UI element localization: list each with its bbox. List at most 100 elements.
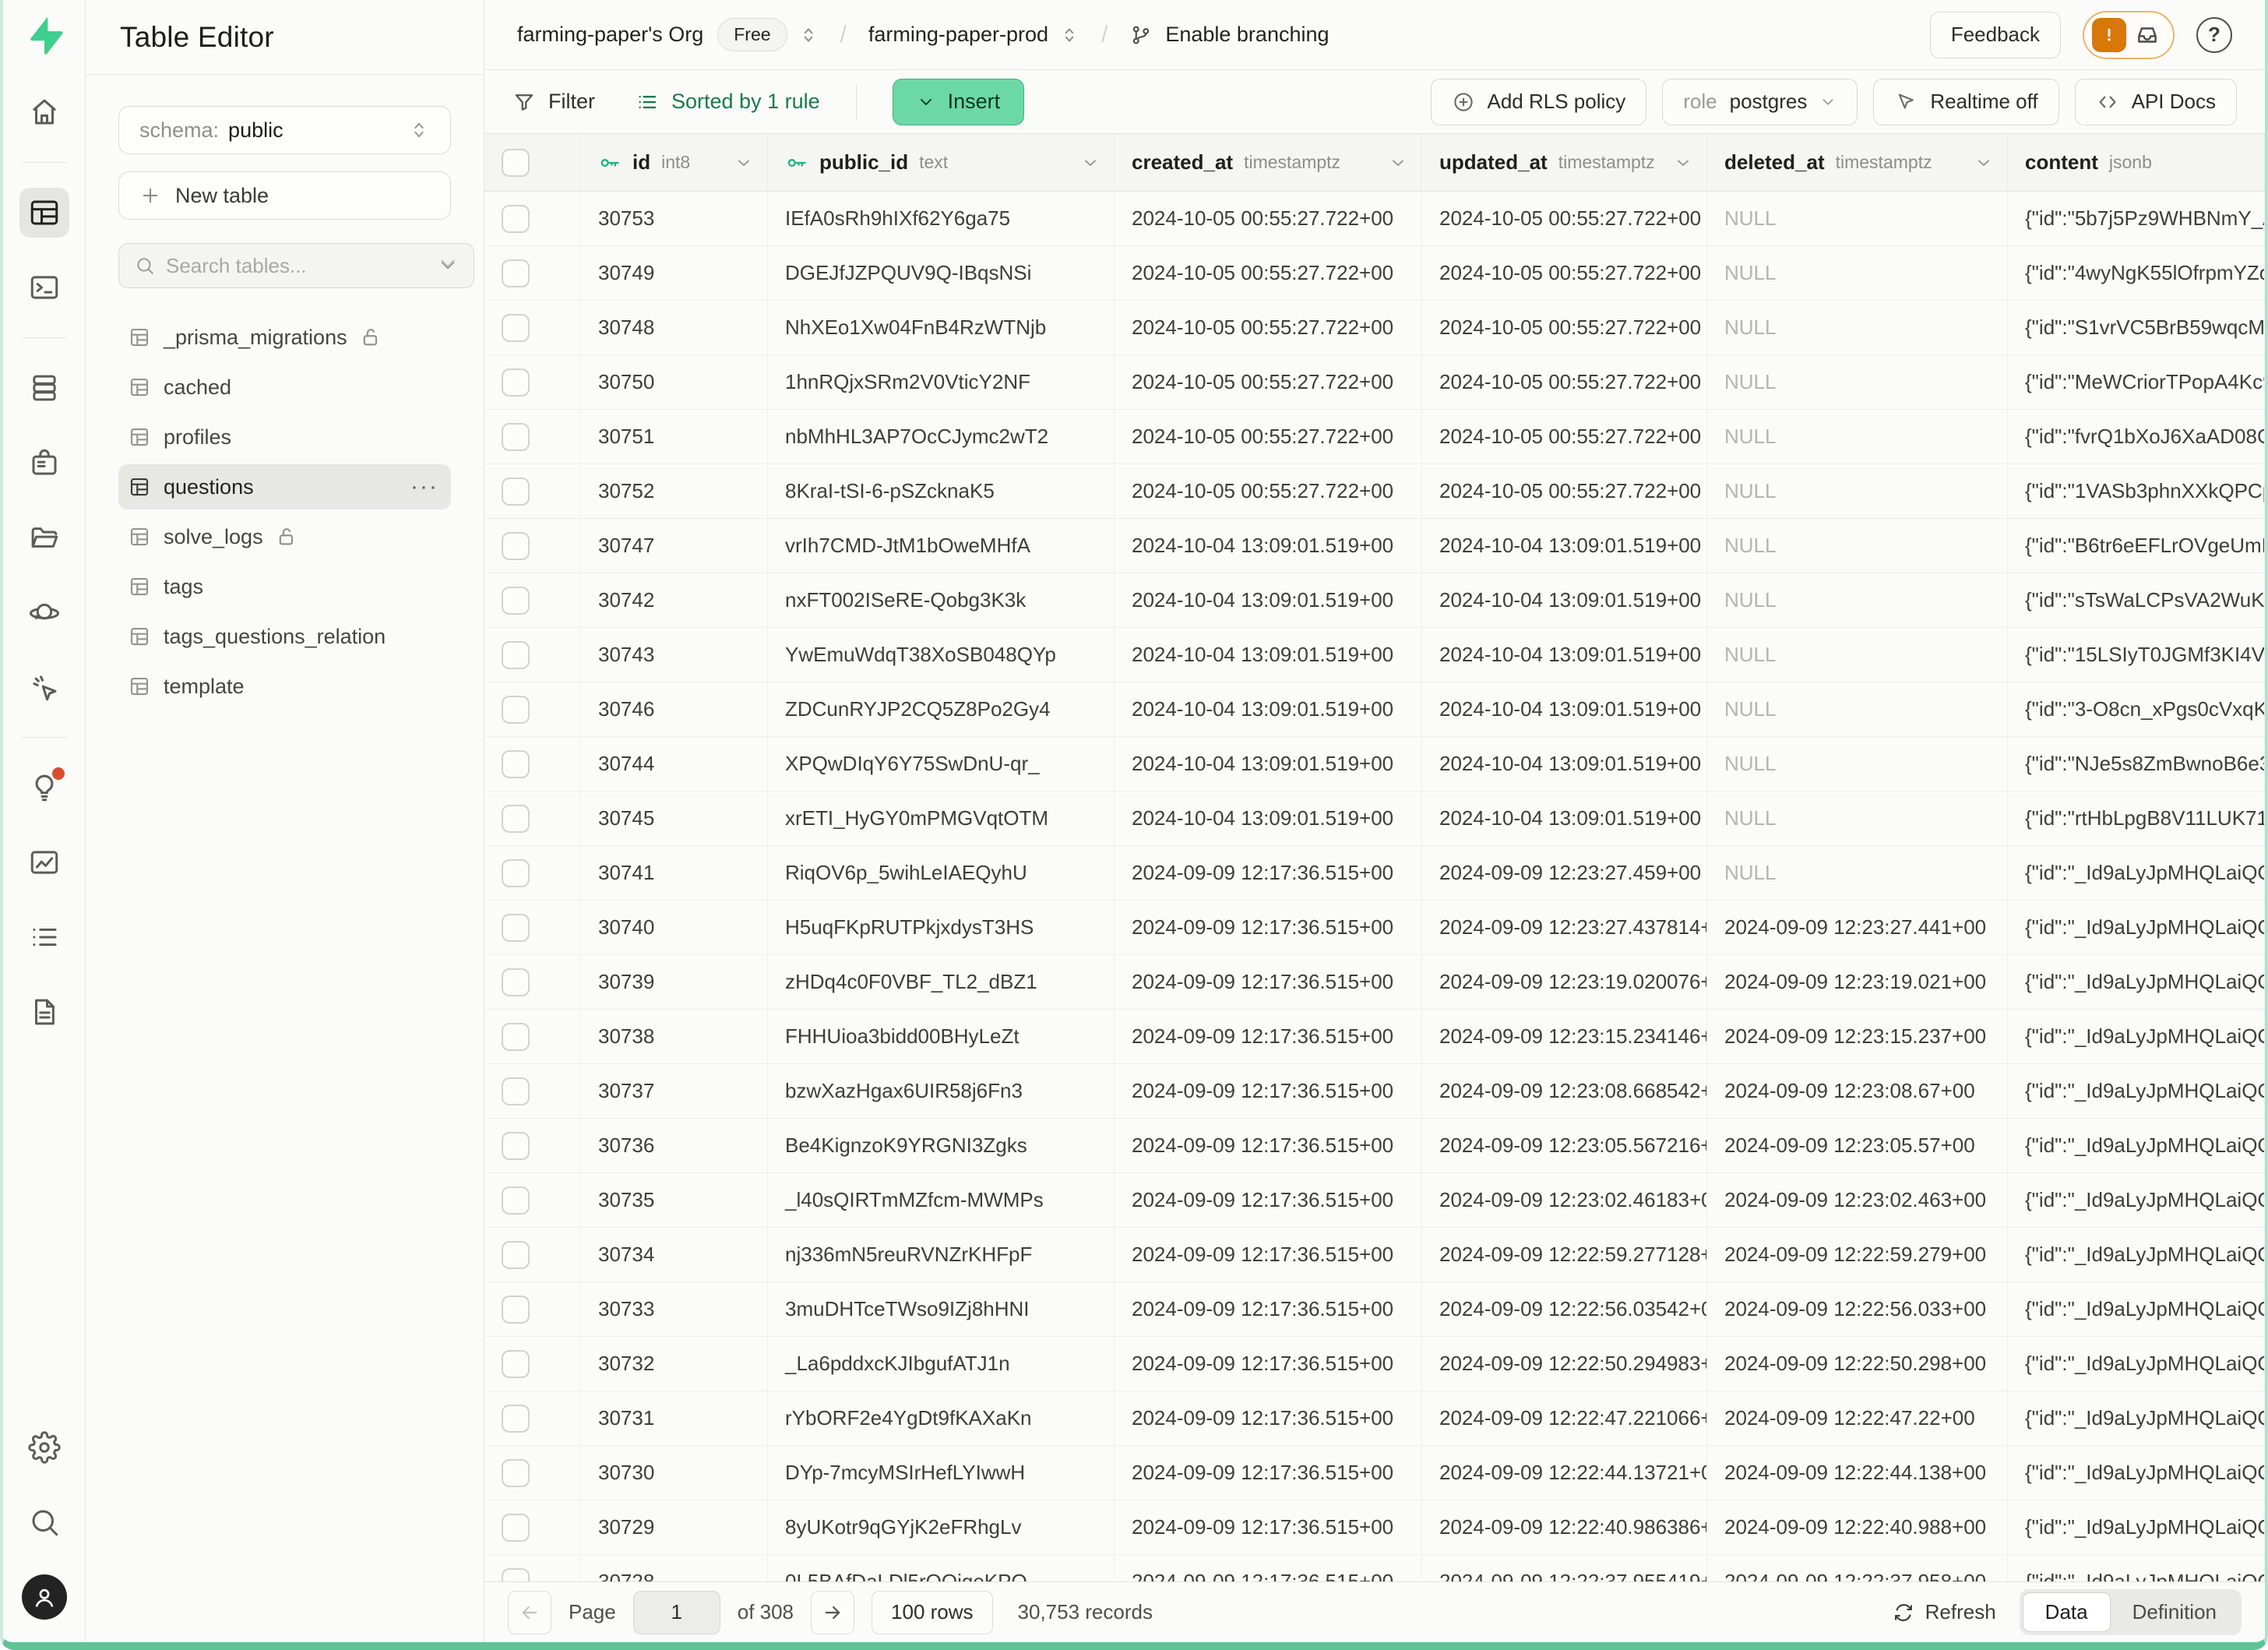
cell-content[interactable]: {"id":"_Id9aLyJpMHQLaiQC	[2008, 1391, 2265, 1445]
cell-deleted_at[interactable]: 2024-09-09 12:22:50.298+00	[1707, 1337, 2008, 1391]
cell-created_at[interactable]: 2024-09-09 12:17:36.515+00	[1115, 1064, 1422, 1118]
page-input[interactable]	[633, 1591, 720, 1634]
cell-created_at[interactable]: 2024-10-04 13:09:01.519+00	[1115, 682, 1422, 736]
cell-deleted_at[interactable]: NULL	[1707, 410, 2008, 464]
home-nav-item[interactable]	[19, 87, 69, 137]
row-checkbox[interactable]	[502, 1186, 530, 1215]
add-rls-policy-button[interactable]: Add RLS policy	[1431, 79, 1647, 125]
row-checkbox[interactable]	[502, 1077, 530, 1105]
cell-content[interactable]: {"id":"_Id9aLyJpMHQLaiQC	[2008, 1337, 2265, 1391]
cell-public_id[interactable]: DGEJfJZPQUV9Q-IBqsNSi	[768, 246, 1115, 300]
storage-nav-item[interactable]	[19, 513, 69, 562]
database-nav-item[interactable]	[19, 363, 69, 413]
cell-content[interactable]: {"id":"fvrQ1bXoJ6XaAD08G	[2008, 410, 2265, 464]
edge-functions-nav-item[interactable]	[19, 587, 69, 637]
cell-deleted_at[interactable]: 2024-09-09 12:23:27.441+00	[1707, 901, 2008, 954]
project-name[interactable]: farming-paper-prod	[868, 23, 1048, 47]
cell-content[interactable]: {"id":"4wyNgK55lOfrpmYZo	[2008, 246, 2265, 300]
sidebar-item-tags_questions_relation[interactable]: tags_questions_relation	[118, 614, 451, 659]
cell-id[interactable]: 30735	[581, 1173, 768, 1227]
cell-public_id[interactable]: Be4KignzoK9YRGNI3Zgks	[768, 1119, 1115, 1172]
cell-public_id[interactable]: zHDq4c0F0VBF_TL2_dBZ1	[768, 955, 1115, 1009]
cell-deleted_at[interactable]: NULL	[1707, 792, 2008, 845]
cell-deleted_at[interactable]: 2024-09-09 12:22:56.033+00	[1707, 1282, 2008, 1336]
cell-deleted_at[interactable]: 2024-09-09 12:23:05.57+00	[1707, 1119, 2008, 1172]
cell-content[interactable]: {"id":"_Id9aLyJpMHQLaiQC	[2008, 901, 2265, 954]
sidebar-item-_prisma_migrations[interactable]: _prisma_migrations	[118, 315, 451, 360]
cell-id[interactable]: 30731	[581, 1391, 768, 1445]
tab-data[interactable]: Data	[2023, 1592, 2111, 1632]
avatar-nav-item[interactable]	[19, 1572, 69, 1622]
cell-content[interactable]: {"id":"_Id9aLyJpMHQLaiQC	[2008, 846, 2265, 900]
cell-public_id[interactable]: RiqOV6p_5wihLeIAEQyhU	[768, 846, 1115, 900]
cell-public_id[interactable]: bzwXazHgax6UIR58j6Fn3	[768, 1064, 1115, 1118]
reports-nav-item[interactable]	[19, 837, 69, 887]
row-checkbox[interactable]	[502, 805, 530, 833]
cell-created_at[interactable]: 2024-09-09 12:17:36.515+00	[1115, 1555, 1422, 1581]
cell-id[interactable]: 30732	[581, 1337, 768, 1391]
row-checkbox[interactable]	[502, 1241, 530, 1269]
cell-deleted_at[interactable]: 2024-09-09 12:22:44.138+00	[1707, 1446, 2008, 1500]
column-header-id[interactable]: idint8	[581, 134, 768, 191]
cell-content[interactable]: {"id":"_Id9aLyJpMHQLaiQC	[2008, 955, 2265, 1009]
cell-public_id[interactable]: nxFT002ISeRE-Qobg3K3k	[768, 573, 1115, 627]
cell-created_at[interactable]: 2024-09-09 12:17:36.515+00	[1115, 1119, 1422, 1172]
filter-button[interactable]: Filter	[512, 90, 595, 114]
row-checkbox[interactable]	[502, 1296, 530, 1324]
insert-button[interactable]: Insert	[893, 79, 1025, 125]
cell-public_id[interactable]: H5uqFKpRUTPkjxdysT3HS	[768, 901, 1115, 954]
cell-created_at[interactable]: 2024-09-09 12:17:36.515+00	[1115, 1173, 1422, 1227]
cell-created_at[interactable]: 2024-09-09 12:17:36.515+00	[1115, 955, 1422, 1009]
cell-updated_at[interactable]: 2024-10-04 13:09:01.519+00	[1422, 519, 1707, 573]
cell-updated_at[interactable]: 2024-09-09 12:23:27.459+00	[1422, 846, 1707, 900]
column-header-updated_at[interactable]: updated_attimestamptz	[1422, 134, 1707, 191]
cell-content[interactable]: {"id":"NJe5s8ZmBwnoB6e3s	[2008, 737, 2265, 791]
cell-content[interactable]: {"id":"_Id9aLyJpMHQLaiQC	[2008, 1500, 2265, 1554]
cell-public_id[interactable]: 1hnRQjxSRm2V0VticY2NF	[768, 355, 1115, 409]
cell-id[interactable]: 30739	[581, 955, 768, 1009]
cell-public_id[interactable]: IEfA0sRh9hIXf62Y6ga75	[768, 192, 1115, 245]
row-checkbox[interactable]	[502, 859, 530, 887]
cell-updated_at[interactable]: 2024-10-04 13:09:01.519+00	[1422, 573, 1707, 627]
cell-deleted_at[interactable]: NULL	[1707, 519, 2008, 573]
cell-updated_at[interactable]: 2024-10-04 13:09:01.519+00	[1422, 682, 1707, 736]
cell-content[interactable]: {"id":"15LSIyT0JGMf3KI4Vn	[2008, 628, 2265, 682]
cell-content[interactable]: {"id":"S1vrVC5BrB59wqcM4	[2008, 301, 2265, 354]
advisors-nav-item[interactable]	[19, 763, 69, 813]
auth-nav-item[interactable]	[19, 438, 69, 488]
cell-updated_at[interactable]: 2024-09-09 12:22:44.13721+00	[1422, 1446, 1707, 1500]
cell-id[interactable]: 30744	[581, 737, 768, 791]
cell-created_at[interactable]: 2024-09-09 12:17:36.515+00	[1115, 1228, 1422, 1282]
cell-public_id[interactable]: DYp-7mcyMSIrHefLYIwwH	[768, 1446, 1115, 1500]
notifications-button[interactable]	[2083, 11, 2175, 59]
cell-id[interactable]: 30742	[581, 573, 768, 627]
cell-content[interactable]: {"id":"_Id9aLyJpMHQLaiQC	[2008, 1446, 2265, 1500]
row-checkbox[interactable]	[502, 696, 530, 724]
sidebar-item-tags[interactable]: tags	[118, 564, 451, 609]
cell-public_id[interactable]: FHHUioa3bidd00BHyLeZt	[768, 1010, 1115, 1063]
cell-created_at[interactable]: 2024-09-09 12:17:36.515+00	[1115, 1446, 1422, 1500]
cell-updated_at[interactable]: 2024-10-05 00:55:27.722+00	[1422, 301, 1707, 354]
cell-public_id[interactable]: _l40sQIRTmMZfcm-MWMPs	[768, 1173, 1115, 1227]
cell-created_at[interactable]: 2024-10-04 13:09:01.519+00	[1115, 573, 1422, 627]
cell-updated_at[interactable]: 2024-09-09 12:23:05.567216+00	[1422, 1119, 1707, 1172]
cell-id[interactable]: 30751	[581, 410, 768, 464]
rows-per-page-button[interactable]: 100 rows	[872, 1591, 993, 1634]
cell-id[interactable]: 30734	[581, 1228, 768, 1282]
cell-updated_at[interactable]: 2024-09-09 12:23:08.668542+00	[1422, 1064, 1707, 1118]
cell-public_id[interactable]: rYbORF2e4YgDt9fKAXaKn	[768, 1391, 1115, 1445]
row-checkbox[interactable]	[502, 1350, 530, 1378]
cell-content[interactable]: {"id":"1VASb3phnXXkQPCpw	[2008, 464, 2265, 518]
column-header-deleted_at[interactable]: deleted_attimestamptz	[1707, 134, 2008, 191]
sql-editor-nav-item[interactable]	[19, 263, 69, 312]
row-checkbox[interactable]	[502, 750, 530, 778]
search-nav-item[interactable]	[19, 1497, 69, 1547]
cell-deleted_at[interactable]: 2024-09-09 12:23:19.021+00	[1707, 955, 2008, 1009]
cell-content[interactable]: {"id":"_Id9aLyJpMHQLaiQC	[2008, 1173, 2265, 1227]
cell-public_id[interactable]: 3muDHTceTWso9IZj8hHNI	[768, 1282, 1115, 1336]
cell-public_id[interactable]: nj336mN5reuRVNZrKHFpF	[768, 1228, 1115, 1282]
cell-created_at[interactable]: 2024-10-05 00:55:27.722+00	[1115, 410, 1422, 464]
cell-id[interactable]: 30733	[581, 1282, 768, 1336]
cell-id[interactable]: 30740	[581, 901, 768, 954]
settings-nav-item[interactable]	[19, 1423, 69, 1472]
